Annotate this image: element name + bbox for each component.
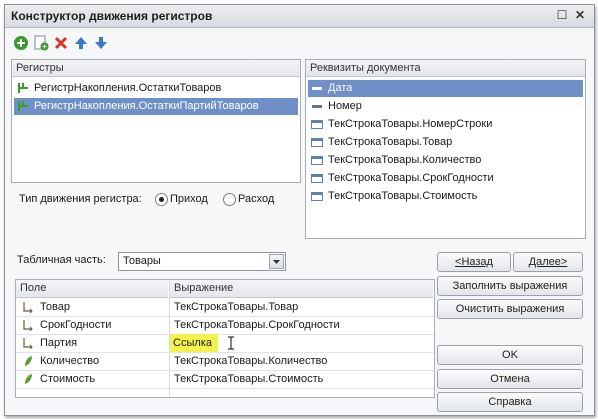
resource-icon bbox=[25, 374, 32, 384]
detail-item[interactable]: ТекСтрокаТовары.Количество bbox=[308, 152, 583, 169]
field-name: Товар bbox=[40, 301, 70, 313]
move-down-icon[interactable] bbox=[93, 35, 109, 51]
help-button[interactable]: Справка bbox=[437, 392, 583, 412]
table-field-icon bbox=[311, 120, 323, 130]
income-radio-label[interactable]: Приход bbox=[170, 193, 208, 205]
registers-header: Регистры bbox=[12, 60, 300, 77]
table-field-icon bbox=[311, 138, 323, 148]
close-icon[interactable]: ✕ bbox=[572, 8, 588, 23]
detail-item[interactable]: Номер bbox=[308, 98, 583, 115]
detail-item[interactable]: ТекСтрокаТовары.Товар bbox=[308, 134, 583, 151]
fill-expressions-button[interactable]: Заполнить выражения bbox=[437, 276, 583, 296]
table-row[interactable]: Стоимость ТекСтрокаТовары.Стоимость bbox=[16, 370, 434, 389]
attribute-icon bbox=[312, 105, 322, 109]
register-item-label: РегистрНакопления.ОстаткиТоваров bbox=[34, 82, 222, 94]
detail-item[interactable]: ТекСтрокаТовары.НомерСтроки bbox=[308, 116, 583, 133]
register-icon bbox=[18, 83, 28, 94]
expression-value[interactable]: ТекСтрокаТовары.СрокГодности bbox=[174, 316, 340, 334]
title-bar: Конструктор движения регистров ☐ ✕ bbox=[5, 5, 594, 28]
tabular-part-select[interactable]: Товары bbox=[118, 252, 286, 271]
movement-type-label: Тип движения регистра: bbox=[19, 193, 142, 205]
detail-item-label: Дата bbox=[328, 82, 353, 94]
cancel-button[interactable]: Отмена bbox=[437, 369, 583, 389]
dimension-icon bbox=[23, 302, 33, 313]
expression-value[interactable]: Ссылка bbox=[173, 337, 212, 349]
detail-item-label: ТекСтрокаТовары.Товар bbox=[328, 136, 453, 148]
field-name: Партия bbox=[40, 337, 78, 349]
tabular-part-value: Товары bbox=[123, 255, 161, 267]
chevron-down-icon[interactable] bbox=[269, 254, 284, 269]
table-row[interactable]: Количество ТекСтрокаТовары.Количество bbox=[16, 352, 434, 371]
dimension-icon bbox=[23, 320, 33, 331]
ok-button[interactable]: OK bbox=[437, 345, 583, 365]
text-cursor-icon bbox=[228, 336, 234, 350]
table-row[interactable]: Товар ТекСтрокаТовары.Товар bbox=[16, 298, 434, 317]
document-details-panel: Реквизиты документа Дата Номер ТекСтрокаТо… bbox=[305, 59, 586, 239]
next-button[interactable]: Далее> bbox=[513, 252, 583, 272]
expression-value[interactable]: ТекСтрокаТовары.Товар bbox=[174, 298, 298, 316]
table-row[interactable]: СрокГодности ТекСтрокаТовары.СрокГодности bbox=[16, 316, 434, 335]
expression-value[interactable]: ТекСтрокаТовары.Стоимость bbox=[174, 370, 323, 388]
detail-item-label: ТекСтрокаТовары.Стоимость bbox=[328, 190, 478, 202]
expense-radio-label[interactable]: Расход bbox=[238, 193, 274, 205]
detail-item-label: ТекСтрокаТовары.Количество bbox=[328, 154, 482, 166]
expression-value[interactable]: ТекСтрокаТовары.Количество bbox=[174, 352, 327, 370]
field-name: Стоимость bbox=[40, 373, 96, 385]
attribute-icon bbox=[312, 87, 322, 91]
income-radio[interactable] bbox=[155, 193, 168, 206]
add-icon[interactable] bbox=[13, 35, 29, 51]
field-name: Количество bbox=[40, 355, 100, 367]
register-item-label: РегистрНакопления.ОстаткиПартийТоваров bbox=[34, 100, 259, 112]
expression-edit-cell[interactable]: Ссылка bbox=[170, 334, 432, 352]
delete-icon[interactable] bbox=[53, 35, 69, 51]
register-movements-dialog: Конструктор движения регистров ☐ ✕ Регис… bbox=[4, 4, 595, 416]
detail-item[interactable]: ТекСтрокаТовары.Стоимость bbox=[308, 188, 583, 205]
table-row[interactable]: Партия Ссылка bbox=[16, 334, 434, 353]
back-button[interactable]: <Назад bbox=[437, 252, 511, 272]
detail-item-label: ТекСтрокаТовары.СрокГодности bbox=[328, 172, 494, 184]
resource-icon bbox=[25, 356, 32, 366]
add-copy-icon[interactable] bbox=[33, 35, 49, 51]
move-up-icon[interactable] bbox=[73, 35, 89, 51]
register-item[interactable]: РегистрНакопления.ОстаткиТоваров bbox=[14, 80, 298, 97]
column-field-header[interactable]: Поле bbox=[16, 280, 168, 298]
register-item[interactable]: РегистрНакопления.ОстаткиПартийТоваров bbox=[14, 98, 298, 115]
fields-table: Поле Выражение Товар ТекСтрокаТовары.Това… bbox=[15, 279, 435, 398]
registers-panel: Регистры РегистрНакопления.ОстаткиТоваро… bbox=[11, 59, 301, 183]
detail-item[interactable]: Дата bbox=[308, 80, 583, 97]
detail-item[interactable]: ТекСтрокаТовары.СрокГодности bbox=[308, 170, 583, 187]
field-name: СрокГодности bbox=[40, 319, 112, 331]
table-field-icon bbox=[311, 192, 323, 202]
table-field-icon bbox=[311, 174, 323, 184]
details-header: Реквизиты документа bbox=[306, 60, 585, 77]
register-icon bbox=[18, 101, 28, 112]
column-expression-header[interactable]: Выражение bbox=[170, 280, 433, 298]
detail-item-label: ТекСтрокаТовары.НомерСтроки bbox=[328, 118, 493, 130]
expense-radio[interactable] bbox=[223, 193, 236, 206]
maximize-icon[interactable]: ☐ bbox=[554, 8, 570, 23]
window-title: Конструктор движения регистров bbox=[11, 9, 213, 23]
detail-item-label: Номер bbox=[328, 100, 362, 112]
tabular-part-label: Табличная часть: bbox=[17, 254, 106, 266]
clear-expressions-button[interactable]: Очистить выражения bbox=[437, 299, 583, 319]
dimension-icon bbox=[23, 338, 33, 349]
table-field-icon bbox=[311, 156, 323, 166]
